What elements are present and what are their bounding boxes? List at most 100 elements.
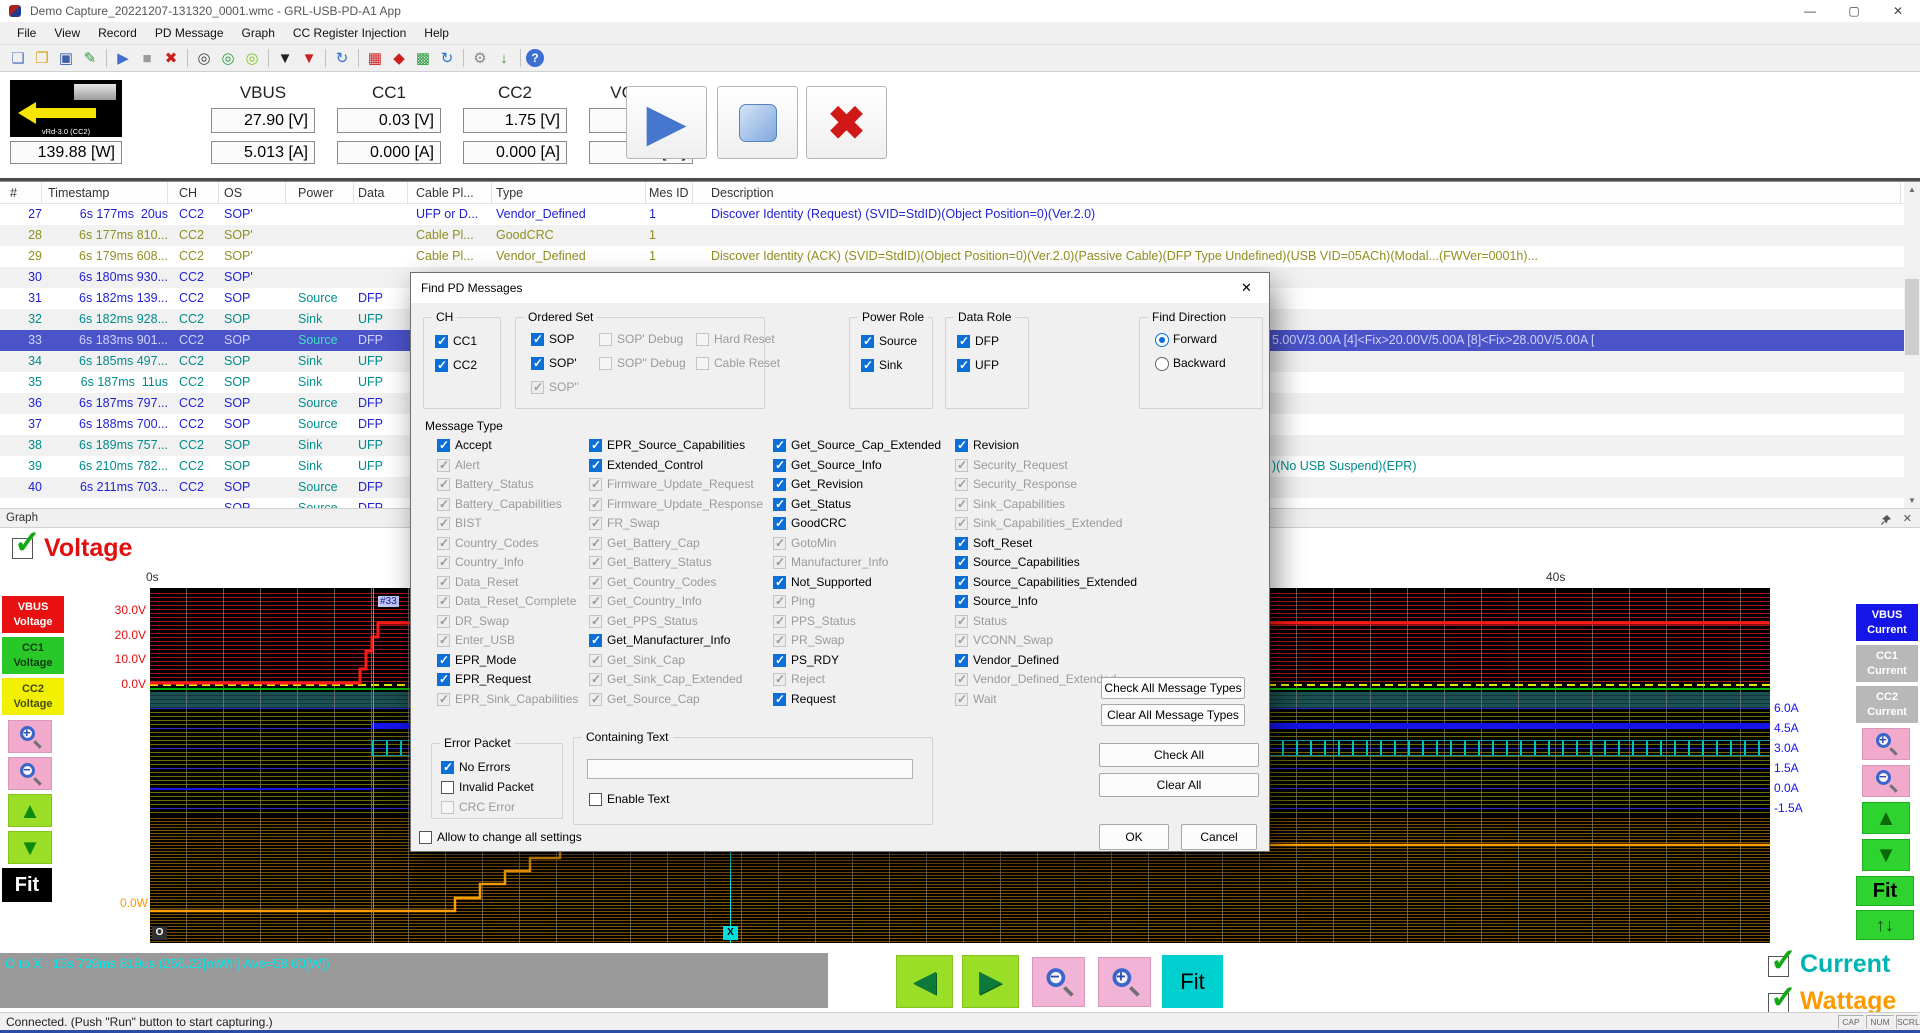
check-all-button[interactable]: Check All [1099, 743, 1259, 767]
filter-icon[interactable]: ▼ [274, 47, 296, 69]
check-all-message-types-button[interactable]: Check All Message Types [1101, 677, 1245, 699]
abort-button[interactable]: ✖ [806, 86, 887, 159]
clear-all-message-types-button[interactable]: Clear All Message Types [1101, 704, 1245, 726]
voltage-toggle-checkbox[interactable]: ✓ [12, 538, 33, 559]
menu-item-help[interactable]: Help [415, 22, 458, 44]
message-type-source-info-checkbox[interactable] [955, 595, 968, 608]
data-role-dfp-checkbox[interactable] [957, 335, 970, 348]
error-packet-crc-error-checkbox[interactable] [441, 801, 454, 814]
voltage-zoom-in-button[interactable]: + [8, 720, 52, 753]
message-type-vendor-defined-checkbox[interactable] [955, 654, 968, 667]
message-type-get-sink-cap-extended-checkbox[interactable] [589, 673, 602, 686]
wattage-toggle-checkbox[interactable]: ✓ [1768, 993, 1789, 1014]
message-type-sink-capabilities-checkbox[interactable] [955, 498, 968, 511]
message-type-epr-mode-checkbox[interactable] [437, 654, 450, 667]
message-type-not-supported-checkbox[interactable] [773, 576, 786, 589]
time-fit-button[interactable]: Fit [1162, 955, 1223, 1008]
find-prev-icon[interactable]: ◎ [241, 47, 263, 69]
message-type-get-status-checkbox[interactable] [773, 498, 786, 511]
x-cursor-marker[interactable]: X [723, 926, 738, 940]
message-type-alert-checkbox[interactable] [437, 459, 450, 472]
dialog-close-icon[interactable]: ✕ [1224, 273, 1269, 303]
message-type-gotomin-checkbox[interactable] [773, 537, 786, 550]
current-fit-button[interactable]: Fit [1856, 876, 1914, 906]
voltage-scale-up-button[interactable]: ▲ [8, 794, 52, 827]
message-type-wait-checkbox[interactable] [955, 693, 968, 706]
ordered-set-sop-checkbox[interactable] [531, 381, 544, 394]
message-type-source-capabilities-extended-checkbox[interactable] [955, 576, 968, 589]
message-type-security-response-checkbox[interactable] [955, 478, 968, 491]
current-zoom-out-button[interactable]: − [1862, 765, 1910, 797]
scrollbar-thumb[interactable] [1905, 279, 1919, 355]
power-role-sink-checkbox[interactable] [861, 359, 874, 372]
message-type-get-source-info-checkbox[interactable] [773, 459, 786, 472]
message-type-firmware-update-request-checkbox[interactable] [589, 478, 602, 491]
message-type-ping-checkbox[interactable] [773, 595, 786, 608]
table-row[interactable]: 286s 177ms 810...CC2SOP'Cable Pl...GoodC… [0, 225, 1904, 246]
stop-icon[interactable]: ■ [136, 47, 158, 69]
containing-text-enable-text-checkbox[interactable] [589, 793, 602, 806]
graph-view-icon[interactable]: ▩ [412, 47, 434, 69]
message-type-reject-checkbox[interactable] [773, 673, 786, 686]
current-autoscale-button[interactable]: ↑↓ [1856, 910, 1914, 940]
message-type-ps-rdy-checkbox[interactable] [773, 654, 786, 667]
message-type-get-battery-status-checkbox[interactable] [589, 556, 602, 569]
message-type-get-source-cap-extended-checkbox[interactable] [773, 439, 786, 452]
message-type-epr-source-capabilities-checkbox[interactable] [589, 439, 602, 452]
scroll-up-icon[interactable]: ▲ [1904, 182, 1920, 198]
find-icon[interactable]: ◎ [193, 47, 215, 69]
message-type-sink-capabilities-extended-checkbox[interactable] [955, 517, 968, 530]
column-header-power[interactable]: Power [294, 182, 354, 204]
message-type-status-checkbox[interactable] [955, 615, 968, 628]
message-type-bist-checkbox[interactable] [437, 517, 450, 530]
current-toggle-checkbox[interactable]: ✓ [1768, 956, 1789, 977]
trace-chip-cc2-voltage[interactable]: CC2Voltage [2, 678, 64, 715]
prev-message-button[interactable]: ◀ [896, 955, 953, 1008]
reload-graph-icon[interactable]: ↻ [436, 47, 458, 69]
trace-chip-vbus-voltage[interactable]: VBUSVoltage [2, 596, 64, 633]
table-scrollbar[interactable]: ▲ ▼ [1904, 182, 1920, 509]
scroll-down-icon[interactable]: ▼ [1904, 493, 1920, 509]
help-icon[interactable]: ? [526, 49, 544, 67]
minimize-button[interactable]: — [1788, 0, 1832, 22]
message-type-vendor-defined-extended-checkbox[interactable] [955, 673, 968, 686]
pd-trigger-icon[interactable]: ◆ [388, 47, 410, 69]
message-type-data-reset-checkbox[interactable] [437, 576, 450, 589]
current-scale-down-button[interactable]: ▼ [1862, 839, 1910, 871]
settings-allow-to-change-all-settings-checkbox[interactable] [419, 831, 432, 844]
cancel-button[interactable]: Cancel [1181, 824, 1257, 850]
message-type-get-sink-cap-checkbox[interactable] [589, 654, 602, 667]
message-type-dr-swap-checkbox[interactable] [437, 615, 450, 628]
table-row[interactable]: 296s 179ms 608...CC2SOP'Cable Pl...Vendo… [0, 246, 1904, 267]
message-type-firmware-update-response-checkbox[interactable] [589, 498, 602, 511]
ch-cc2-checkbox[interactable] [435, 359, 448, 372]
ordered-set-sop-checkbox[interactable] [531, 333, 544, 346]
ordered-set-sop-checkbox[interactable] [531, 357, 544, 370]
find-direction-forward-radio[interactable] [1155, 333, 1169, 347]
menu-item-view[interactable]: View [45, 22, 89, 44]
time-zoom-in-button[interactable]: + [1098, 957, 1151, 1007]
ch-cc1-checkbox[interactable] [435, 335, 448, 348]
containing-text-input[interactable] [587, 759, 913, 779]
table-row[interactable]: 276s 177ms 20usCC2SOP'UFP or D...Vendor_… [0, 204, 1904, 225]
voltage-fit-button[interactable]: Fit [2, 868, 52, 902]
close-button[interactable]: ✕ [1876, 0, 1920, 22]
message-type-accept-checkbox[interactable] [437, 439, 450, 452]
abort-icon[interactable]: ✖ [160, 47, 182, 69]
column-header-type[interactable]: Type [492, 182, 646, 204]
settings-icon[interactable]: ⚙ [469, 47, 491, 69]
message-type-get-revision-checkbox[interactable] [773, 478, 786, 491]
ordered-set-sop-debug-checkbox[interactable] [599, 333, 612, 346]
run-icon[interactable]: ▶ [112, 47, 134, 69]
menu-item-record[interactable]: Record [89, 22, 146, 44]
column-header-mes-id[interactable]: Mes ID [645, 182, 693, 204]
pd-message-view-icon[interactable]: ▦ [364, 47, 386, 69]
message-type-fr-swap-checkbox[interactable] [589, 517, 602, 530]
trace-chip-cc1-voltage[interactable]: CC1Voltage [2, 637, 64, 674]
message-type-epr-sink-capabilities-checkbox[interactable] [437, 693, 450, 706]
power-role-source-checkbox[interactable] [861, 335, 874, 348]
origin-marker[interactable]: O [152, 926, 167, 940]
menu-item-file[interactable]: File [8, 22, 45, 44]
column-header-cable-pl[interactable]: Cable Pl... [412, 182, 492, 204]
message-type-soft-reset-checkbox[interactable] [955, 537, 968, 550]
